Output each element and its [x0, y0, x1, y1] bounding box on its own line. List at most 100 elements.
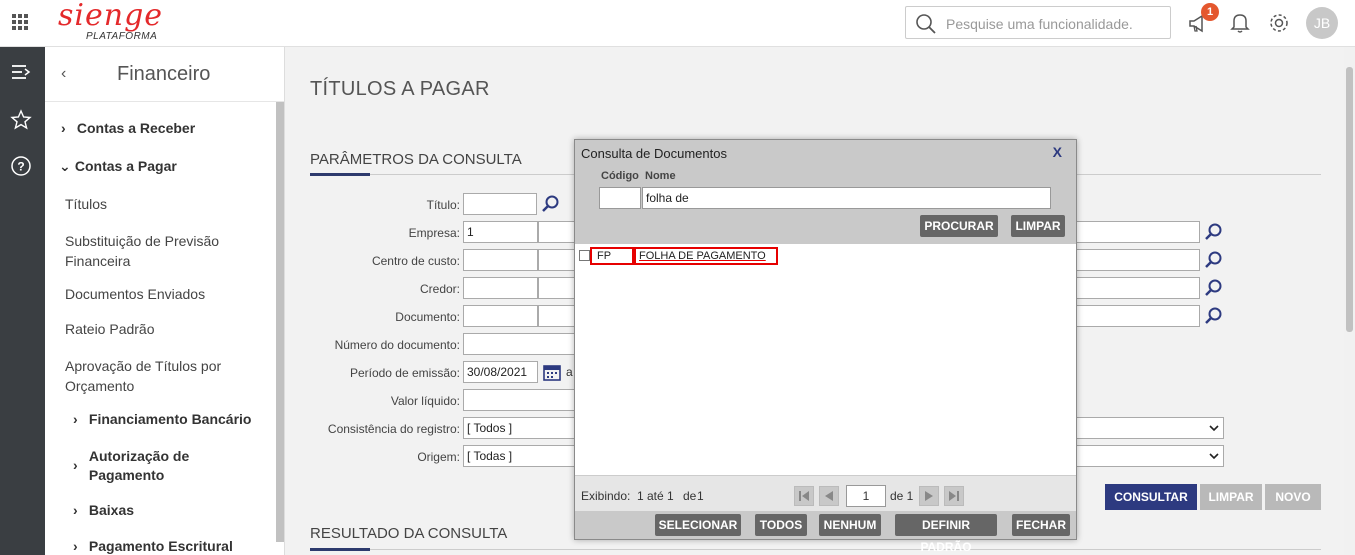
sidebar-item-label: Financiamento Bancário — [88, 411, 252, 427]
chevron-down-icon — [1209, 425, 1219, 432]
origem-select[interactable]: [ Todas ] — [463, 445, 578, 467]
sidebar-item-contas-a-pagar[interactable]: ⌄ Contas a Pagar — [59, 158, 177, 175]
consistencia-select[interactable]: [ Todos ] — [463, 417, 578, 439]
dialog-title: Consulta de Documentos — [581, 146, 727, 161]
next-page-button[interactable] — [919, 486, 939, 506]
definir-padrao-button[interactable]: DEFINIR PADRÃO — [895, 514, 997, 554]
credor-name-input[interactable] — [538, 277, 578, 299]
periodo-emissao-start-input[interactable]: 30/08/2021 — [463, 361, 538, 383]
documento-name-input[interactable] — [538, 305, 578, 327]
modal-limpar-button[interactable]: LIMPAR — [1011, 215, 1065, 237]
last-page-icon — [949, 491, 959, 501]
codigo-input[interactable] — [599, 187, 641, 209]
empresa-name-input-right[interactable] — [1076, 221, 1200, 243]
gear-icon[interactable] — [1268, 12, 1290, 34]
section-accent — [310, 548, 370, 551]
documento-name-input-right[interactable] — [1076, 305, 1200, 327]
numero-documento-input[interactable] — [463, 333, 578, 355]
centro-custo-label: Centro de custo: — [371, 254, 460, 268]
last-page-button[interactable] — [944, 486, 964, 506]
documento-label: Documento: — [395, 310, 460, 324]
centro-custo-lookup-icon[interactable] — [1204, 250, 1224, 270]
sidebar-item-label: Contas a Pagar — [74, 158, 177, 174]
sidebar-item-baixas[interactable]: › Baixas — [73, 502, 134, 518]
credor-lookup-icon[interactable] — [1204, 278, 1224, 298]
close-button[interactable]: X — [1053, 144, 1062, 160]
star-icon[interactable] — [10, 109, 32, 131]
avatar[interactable]: JB — [1306, 7, 1338, 39]
search-input[interactable]: Pesquise uma funcionalidade. — [905, 6, 1171, 39]
result-code[interactable]: FP — [590, 247, 634, 265]
valor-liquido-label: Valor líquido: — [390, 394, 460, 408]
consultar-button[interactable]: CONSULTAR — [1105, 484, 1197, 510]
results-section-title: RESULTADO DA CONSULTA — [310, 525, 508, 542]
logo-text: sienge — [58, 0, 164, 33]
selecionar-button[interactable]: SELECIONAR — [655, 514, 741, 536]
centro-custo-name-input[interactable] — [538, 249, 578, 271]
exibindo-total: 1 — [697, 489, 704, 503]
documento-code-input[interactable] — [463, 305, 538, 327]
sidebar-header: ‹ Financeiro — [45, 47, 284, 102]
origem-label: Origem: — [417, 450, 460, 464]
credor-code-input[interactable] — [463, 277, 538, 299]
dialog-header: Consulta de Documentos X Código Nome fol… — [575, 140, 1076, 244]
back-chevron-icon[interactable]: ‹ — [61, 65, 66, 83]
limpar-button[interactable]: LIMPAR — [1200, 484, 1262, 510]
nome-input[interactable]: folha de — [642, 187, 1051, 209]
sidebar-item-autorizacao[interactable]: › Autorização de Pagamento — [73, 447, 189, 485]
help-icon[interactable]: ? — [10, 155, 32, 177]
apps-grid-icon[interactable] — [12, 14, 28, 30]
page-scrollbar[interactable] — [1344, 47, 1355, 555]
credor-name-input-right[interactable] — [1076, 277, 1200, 299]
chevron-right-icon: › — [73, 502, 78, 518]
first-page-icon — [799, 491, 809, 501]
consistencia-select-right[interactable] — [1076, 417, 1224, 439]
sidebar-item-label: Substituição de Previsão — [65, 233, 220, 249]
sidebar-item-label: Autorização de Pagamento — [89, 447, 189, 485]
menu-collapse-icon[interactable] — [10, 63, 32, 81]
sidebar-item-financiamento-bancario[interactable]: › Financiamento Bancário — [73, 411, 251, 427]
nenhum-button[interactable]: NENHUM — [819, 514, 881, 536]
logo[interactable]: sienge PLATAFORMA — [58, 1, 163, 43]
sidebar-item-rateio-padrao[interactable]: Rateio Padrão — [65, 321, 155, 337]
empresa-code-input[interactable]: 1 — [463, 221, 538, 243]
sidebar-item-label-line: Pagamento — [88, 467, 165, 483]
previous-page-button[interactable] — [819, 486, 839, 506]
valor-liquido-input[interactable] — [463, 389, 578, 411]
chevron-right-icon: › — [73, 538, 78, 554]
centro-custo-name-input-right[interactable] — [1076, 249, 1200, 271]
result-checkbox[interactable] — [579, 250, 590, 261]
bell-icon[interactable] — [1230, 12, 1250, 34]
sidebar-item-substituicao[interactable]: Substituição de Previsão Financeira — [65, 231, 219, 271]
sidebar: ‹ Financeiro › Contas a Receber ⌄ Contas… — [45, 47, 285, 555]
calendar-icon[interactable] — [542, 362, 562, 382]
next-page-icon — [925, 491, 933, 501]
sidebar-item-aprovacao[interactable]: Aprovação de Títulos por Orçamento — [65, 356, 221, 396]
consistencia-label: Consistência do registro: — [327, 422, 460, 436]
search-lookup-icon[interactable] — [541, 194, 561, 214]
first-page-button[interactable] — [794, 486, 814, 506]
procurar-button[interactable]: PROCURAR — [920, 215, 998, 237]
chevron-right-icon: › — [73, 457, 78, 473]
sidebar-item-documentos-enviados[interactable]: Documentos Enviados — [65, 286, 205, 302]
titulo-input[interactable] — [463, 193, 537, 215]
page-number-input[interactable]: 1 — [846, 485, 886, 507]
sidebar-item-titulos[interactable]: Títulos — [65, 196, 107, 212]
sidebar-item-pagamento-escritural[interactable]: › Pagamento Escritural — [73, 538, 233, 554]
fechar-button[interactable]: FECHAR — [1012, 514, 1070, 536]
empresa-name-input[interactable] — [538, 221, 578, 243]
centro-custo-code-input[interactable] — [463, 249, 538, 271]
search-placeholder: Pesquise uma funcionalidade. — [946, 16, 1133, 32]
empresa-lookup-icon[interactable] — [1204, 222, 1224, 242]
origem-select-right[interactable] — [1076, 445, 1224, 467]
scrollbar-thumb[interactable] — [1346, 67, 1353, 332]
svg-text:?: ? — [17, 160, 24, 174]
todos-button[interactable]: TODOS — [755, 514, 807, 536]
documents-lookup-dialog: Consulta de Documentos X Código Nome fol… — [574, 139, 1077, 554]
sidebar-item-label: Orçamento — [65, 378, 135, 394]
result-name[interactable]: FOLHA DE PAGAMENTO — [634, 247, 778, 265]
documento-lookup-icon[interactable] — [1204, 306, 1224, 326]
nome-column-label: Nome — [645, 170, 676, 182]
novo-button[interactable]: NOVO — [1265, 484, 1321, 510]
sidebar-item-contas-a-receber[interactable]: › Contas a Receber — [61, 120, 195, 136]
